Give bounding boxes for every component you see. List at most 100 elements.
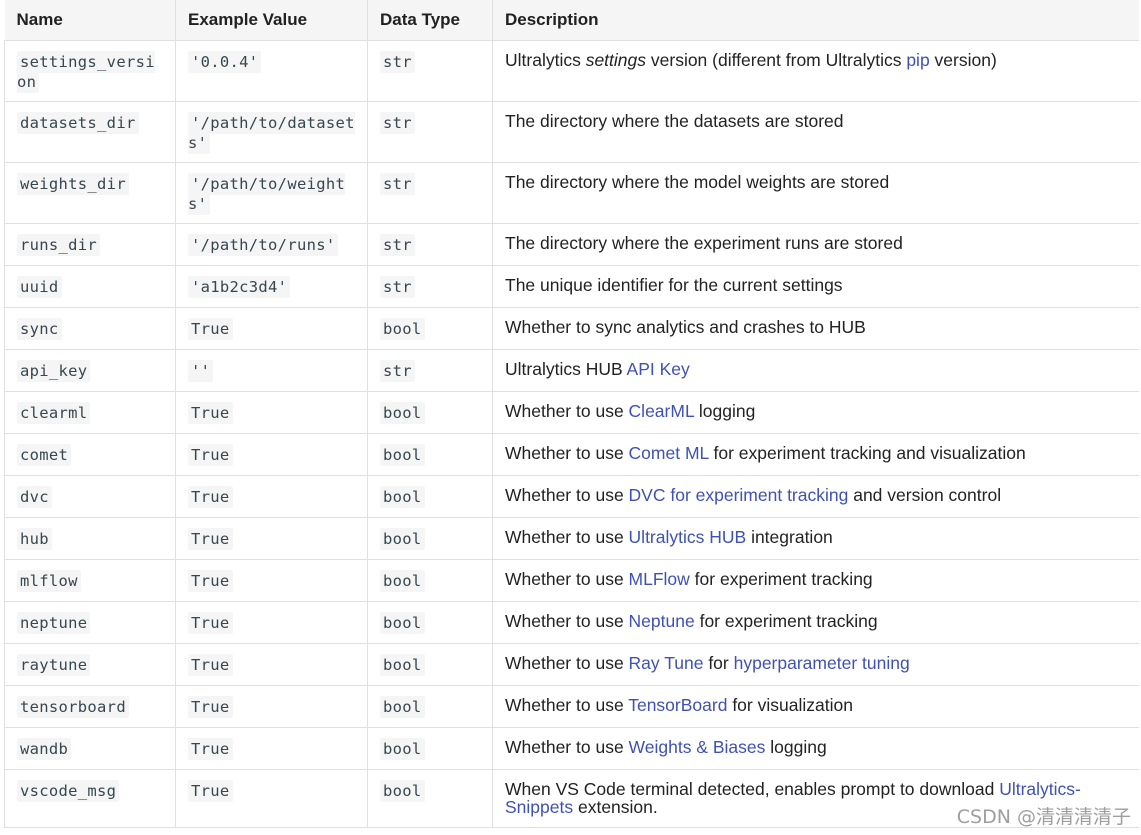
- data-type: bool: [380, 570, 425, 592]
- value-cell: True: [175, 769, 368, 828]
- description-cell: Whether to use Comet ML for experiment t…: [492, 433, 1139, 476]
- description-text: The directory where the model weights ar…: [505, 172, 890, 192]
- description-text: for experiment tracking: [694, 611, 878, 631]
- type-cell: str: [367, 40, 493, 102]
- type-cell: bool: [367, 643, 493, 686]
- setting-name: wandb: [17, 738, 72, 760]
- setting-name: hub: [17, 528, 52, 550]
- description-cell: The directory where the model weights ar…: [492, 162, 1139, 224]
- type-cell: bool: [367, 475, 493, 518]
- description-cell: Whether to sync analytics and crashes to…: [492, 307, 1139, 350]
- ray-tune-link[interactable]: Ray Tune: [629, 653, 704, 673]
- value-cell: True: [175, 391, 368, 434]
- setting-name: weights_dir: [17, 173, 129, 195]
- description-text: for experiment tracking and visualizatio…: [708, 443, 1026, 463]
- type-cell: bool: [367, 559, 493, 602]
- description-text: Whether to use: [505, 569, 629, 589]
- header-description: Description: [492, 0, 1139, 41]
- value-cell: '/path/to/datasets': [175, 101, 368, 163]
- weights-biases-link[interactable]: Weights & Biases: [629, 737, 766, 757]
- data-type: bool: [380, 654, 425, 676]
- example-value: '/path/to/runs': [188, 234, 339, 256]
- data-type: str: [380, 112, 415, 134]
- type-cell: bool: [367, 769, 493, 828]
- hyperparameter-tuning-link[interactable]: hyperparameter tuning: [734, 653, 910, 673]
- description-cell: Whether to use Neptune for experiment tr…: [492, 601, 1139, 644]
- value-cell: True: [175, 685, 368, 728]
- name-cell: settings_version: [4, 40, 176, 102]
- example-value: '/path/to/weights': [188, 173, 346, 215]
- table-row: weights_dir '/path/to/weights' str The d…: [4, 162, 1139, 224]
- description-cell: The directory where the datasets are sto…: [492, 101, 1139, 163]
- description-text: for: [703, 653, 734, 673]
- description-text: Whether to use: [505, 695, 629, 715]
- value-cell: True: [175, 559, 368, 602]
- setting-name: comet: [17, 444, 72, 466]
- pip-link[interactable]: pip: [906, 50, 929, 70]
- example-value: True: [188, 654, 233, 676]
- table-row: tensorboard True bool Whether to use Ten…: [4, 685, 1139, 728]
- data-type: bool: [380, 738, 425, 760]
- table-row: raytune True bool Whether to use Ray Tun…: [4, 643, 1139, 686]
- description-text: logging: [765, 737, 827, 757]
- name-cell: hub: [4, 517, 176, 560]
- description-cell: Whether to use ClearML logging: [492, 391, 1139, 434]
- header-example-value: Example Value: [175, 0, 368, 41]
- description-text: Whether to use: [505, 737, 629, 757]
- description-text: and version control: [848, 485, 1002, 505]
- example-value: True: [188, 528, 233, 550]
- description-text: Ultralytics: [505, 50, 586, 70]
- ultralytics-hub-link[interactable]: Ultralytics HUB: [629, 527, 747, 547]
- neptune-link[interactable]: Neptune: [629, 611, 695, 631]
- api-key-link[interactable]: API Key: [627, 359, 690, 379]
- description-text: version): [929, 50, 997, 70]
- name-cell: wandb: [4, 727, 176, 770]
- name-cell: vscode_msg: [4, 769, 176, 828]
- value-cell: True: [175, 307, 368, 350]
- type-cell: str: [367, 162, 493, 224]
- table-row: runs_dir '/path/to/runs' str The directo…: [4, 223, 1139, 266]
- table-row: comet True bool Whether to use Comet ML …: [4, 433, 1139, 476]
- table-row: clearml True bool Whether to use ClearML…: [4, 391, 1139, 434]
- name-cell: neptune: [4, 601, 176, 644]
- data-type: bool: [380, 612, 425, 634]
- data-type: str: [380, 173, 415, 195]
- value-cell: '0.0.4': [175, 40, 368, 102]
- table-row: settings_version '0.0.4' str Ultralytics…: [4, 40, 1139, 102]
- table-row: mlflow True bool Whether to use MLFlow f…: [4, 559, 1139, 602]
- description-text: Whether to sync analytics and crashes to…: [505, 317, 866, 337]
- example-value: True: [188, 738, 233, 760]
- data-type: bool: [380, 528, 425, 550]
- name-cell: datasets_dir: [4, 101, 176, 163]
- name-cell: comet: [4, 433, 176, 476]
- setting-name: api_key: [17, 360, 91, 382]
- dvc-link[interactable]: DVC for experiment tracking: [629, 485, 849, 505]
- data-type: str: [380, 276, 415, 298]
- type-cell: bool: [367, 517, 493, 560]
- description-text: logging: [694, 401, 756, 421]
- mlflow-link[interactable]: MLFlow: [629, 569, 690, 589]
- data-type: bool: [380, 696, 425, 718]
- setting-name: sync: [17, 318, 62, 340]
- table-row: wandb True bool Whether to use Weights &…: [4, 727, 1139, 770]
- name-cell: raytune: [4, 643, 176, 686]
- comet-ml-link[interactable]: Comet ML: [629, 443, 709, 463]
- example-value: '': [188, 360, 214, 382]
- description-cell: The unique identifier for the current se…: [492, 265, 1139, 308]
- setting-name: vscode_msg: [17, 780, 120, 802]
- name-cell: runs_dir: [4, 223, 176, 266]
- name-cell: sync: [4, 307, 176, 350]
- setting-name: dvc: [17, 486, 52, 508]
- header-name: Name: [4, 0, 176, 41]
- description-text: Whether to use: [505, 611, 629, 631]
- data-type: bool: [380, 402, 425, 424]
- example-value: True: [188, 444, 233, 466]
- clearml-link[interactable]: ClearML: [629, 401, 694, 421]
- tensorboard-link[interactable]: TensorBoard: [628, 695, 727, 715]
- table-row: api_key '' str Ultralytics HUB API Key: [4, 349, 1139, 392]
- example-value: True: [188, 780, 233, 802]
- example-value: '0.0.4': [188, 51, 262, 73]
- header-row: Name Example Value Data Type Description: [4, 0, 1139, 41]
- description-cell: Whether to use Ray Tune for hyperparamet…: [492, 643, 1139, 686]
- value-cell: True: [175, 517, 368, 560]
